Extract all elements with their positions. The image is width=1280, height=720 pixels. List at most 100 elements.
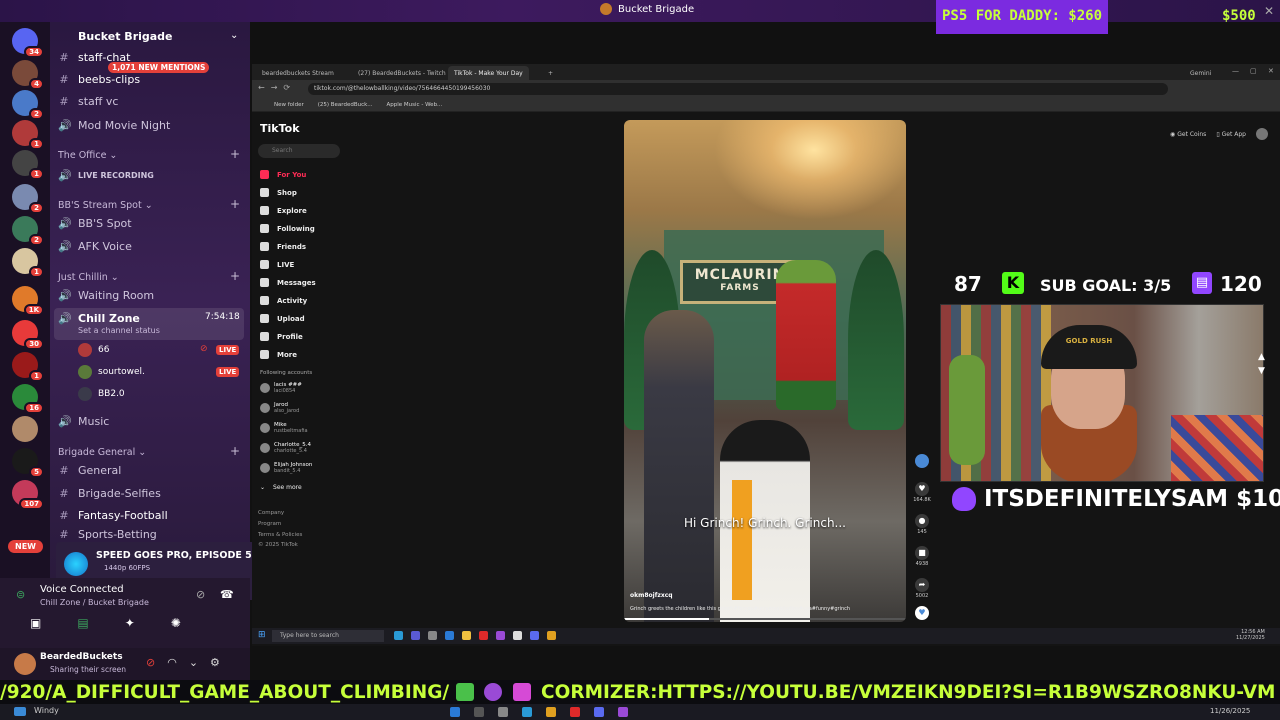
- server-icon[interactable]: 4: [12, 60, 44, 90]
- channel-music[interactable]: 🔊 Music: [58, 412, 109, 430]
- category-stream-spot[interactable]: BB'S Stream Spot ⌄: [58, 200, 153, 211]
- following-account[interactable]: Elijah Johnson bandit_5.4: [260, 462, 312, 474]
- server-icon[interactable]: 2: [12, 184, 44, 214]
- channel-beebs-clips[interactable]: # beebs-clips: [58, 70, 140, 88]
- app-icon[interactable]: [445, 631, 454, 640]
- new-tab-button[interactable]: +: [542, 66, 559, 80]
- share-button[interactable]: ➦ 5002: [912, 578, 932, 599]
- footer-link[interactable]: Program: [258, 521, 281, 527]
- like-button[interactable]: ♥ 164.8K: [912, 482, 932, 503]
- app-icon[interactable]: [428, 631, 437, 640]
- channel-mod-movie-night[interactable]: 🔊 Mod Movie Night: [58, 116, 170, 134]
- screen-share-icon[interactable]: ▤: [77, 616, 88, 630]
- folder-icon[interactable]: [546, 707, 556, 717]
- url-input[interactable]: tiktok.com/@thelowballking/video/7564664…: [308, 83, 1168, 95]
- video-player[interactable]: MCLAURIN FARMS Hi Grinch! Grinch. Grinch.…: [624, 120, 906, 622]
- user-name[interactable]: BeardedBuckets: [40, 652, 123, 662]
- comment-button[interactable]: ● 145: [912, 514, 932, 535]
- channel-status-button[interactable]: Set a channel status: [78, 326, 160, 335]
- app-icon[interactable]: [411, 631, 420, 640]
- app-icon[interactable]: [498, 707, 508, 717]
- chevron-down-icon[interactable]: ⌄: [189, 656, 198, 669]
- app-icon[interactable]: [570, 707, 580, 717]
- tab-tiktok[interactable]: TikTok - Make Your Day: [448, 66, 529, 80]
- channel-general[interactable]: # General: [58, 461, 121, 479]
- bookmark[interactable]: Apple Music - Web...: [387, 102, 443, 108]
- noise-suppression-icon[interactable]: ⊘: [196, 588, 205, 601]
- taskbar-date[interactable]: 11/26/2025: [1210, 707, 1250, 715]
- voice-user[interactable]: sourtowel.: [78, 364, 145, 380]
- nav-friends[interactable]: Friends: [260, 242, 306, 251]
- discord-home-icon[interactable]: 34: [12, 28, 44, 58]
- footer-link[interactable]: Company: [258, 510, 284, 516]
- chrome-icon[interactable]: [547, 631, 556, 640]
- close-icon[interactable]: ✕: [1268, 67, 1274, 75]
- music-disc[interactable]: ♥: [912, 606, 932, 620]
- discord-icon[interactable]: [530, 631, 539, 640]
- search-icon[interactable]: [474, 707, 484, 717]
- tab-twitch[interactable]: (27) BeardedBuckets - Twitch: [352, 66, 452, 80]
- footer-link[interactable]: Terms & Policies: [258, 532, 302, 538]
- tiktok-logo[interactable]: TikTok: [260, 122, 300, 135]
- discord-icon[interactable]: [594, 707, 604, 717]
- nav-more[interactable]: More: [260, 350, 297, 359]
- nav-for-you[interactable]: For You: [260, 170, 306, 179]
- server-icon[interactable]: 2: [12, 216, 44, 246]
- nav-activity[interactable]: Activity: [260, 296, 307, 305]
- gemini-button[interactable]: Gemini: [1184, 66, 1217, 80]
- soundboard-icon[interactable]: ✺: [171, 616, 181, 630]
- server-icon[interactable]: 30: [12, 320, 44, 350]
- nav-arrows-icon[interactable]: ←→⟳: [258, 83, 296, 92]
- channel-sports-betting[interactable]: # Sports-Betting: [58, 528, 156, 540]
- channel-staff-vc[interactable]: # staff vc: [58, 92, 118, 110]
- app-icon[interactable]: [618, 707, 628, 717]
- signal-icon[interactable]: ⊜: [16, 588, 25, 601]
- channel-bbs-spot[interactable]: 🔊 BB'S Spot: [58, 214, 132, 232]
- following-account[interactable]: Mike rustbeltmafia: [260, 422, 308, 434]
- video-progress-bar[interactable]: [624, 618, 906, 620]
- taskbar-search-input[interactable]: Type here to search: [272, 630, 384, 642]
- scroll-arrows-icon[interactable]: ▲ ▼: [1258, 350, 1265, 378]
- get-coins-button[interactable]: ◉ Get Coins: [1170, 128, 1206, 140]
- server-icon[interactable]: 1: [12, 150, 44, 180]
- bookmark[interactable]: (25) BeardedBuck...: [318, 102, 373, 108]
- following-account[interactable]: Charlotte_5.4 charlotte_5.4: [260, 442, 311, 454]
- taskbar-clock[interactable]: 12:56 AM 11/27/2025: [1236, 629, 1265, 641]
- weather-icon[interactable]: [14, 707, 26, 716]
- maximize-icon[interactable]: ▢: [1250, 67, 1257, 75]
- chevron-down-icon[interactable]: ⌄: [230, 30, 238, 41]
- get-app-button[interactable]: ▯ Get App: [1216, 128, 1246, 140]
- following-account[interactable]: lacis ### laci0854: [260, 382, 302, 394]
- windows-start-icon[interactable]: ⊞: [258, 630, 266, 640]
- add-channel-icon[interactable]: +: [230, 147, 240, 161]
- avatar[interactable]: [1255, 128, 1268, 140]
- channel-brigade-selfies[interactable]: # Brigade-Selfies: [58, 484, 160, 502]
- youtube-icon[interactable]: [479, 631, 488, 640]
- disconnect-icon[interactable]: ☎: [220, 588, 234, 601]
- channel-chill-zone[interactable]: 🔊 Chill Zone: [58, 309, 140, 327]
- avatar[interactable]: [14, 653, 36, 675]
- nav-shop[interactable]: Shop: [260, 188, 297, 197]
- nav-following[interactable]: Following: [260, 224, 315, 233]
- channel-afk-voice[interactable]: 🔊 AFK Voice: [58, 237, 132, 255]
- server-icon[interactable]: 1: [12, 248, 44, 278]
- server-icon[interactable]: 1K: [12, 286, 44, 316]
- headphones-icon[interactable]: ◠: [167, 656, 177, 669]
- voice-user[interactable]: BB2.0: [78, 386, 125, 402]
- server-icon[interactable]: 2: [12, 90, 44, 120]
- windows-start-icon[interactable]: [450, 707, 460, 717]
- following-account[interactable]: Jarod also_jarod: [260, 402, 299, 414]
- category-the-office[interactable]: The Office ⌄: [58, 150, 117, 161]
- bookmark-button[interactable]: ■ 4938: [912, 546, 932, 567]
- channel-waiting-room[interactable]: 🔊 Waiting Room: [58, 286, 154, 304]
- tab-beardedbuckets-stream[interactable]: beardedbuckets Stream: [256, 66, 340, 80]
- server-icon[interactable]: 5: [12, 448, 44, 478]
- video-author[interactable]: okm8ojfzxcq: [630, 592, 673, 599]
- server-icon[interactable]: 1: [12, 120, 44, 150]
- camera-off-icon[interactable]: ▣: [30, 616, 41, 630]
- bookmark[interactable]: New folder: [274, 102, 304, 108]
- nav-upload[interactable]: Upload: [260, 314, 305, 323]
- server-name[interactable]: Bucket Brigade: [78, 30, 173, 43]
- creator-avatar[interactable]: [912, 454, 932, 468]
- add-channel-icon[interactable]: +: [230, 269, 240, 283]
